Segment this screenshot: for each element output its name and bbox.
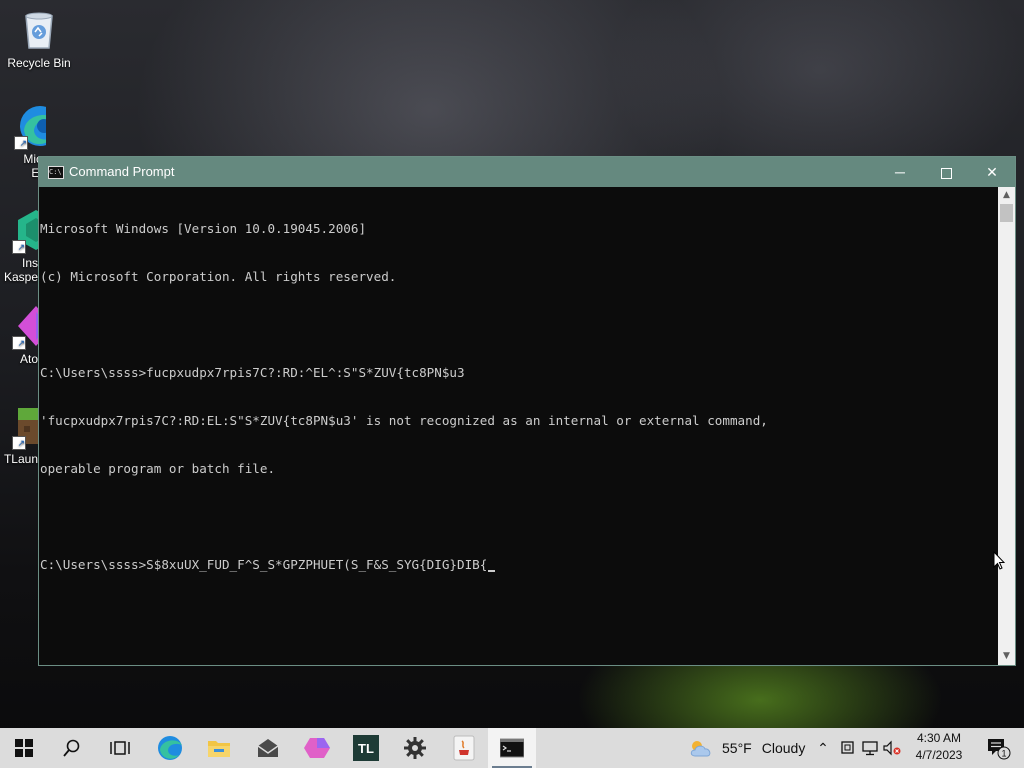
search-button[interactable] — [48, 728, 96, 768]
system-tray: ⌃ — [812, 728, 902, 768]
weather-temperature: 55°F — [722, 740, 752, 756]
notification-count: 1 — [1001, 749, 1006, 759]
close-button[interactable]: ✕ — [969, 157, 1015, 187]
taskbar-atom-button[interactable] — [293, 728, 341, 768]
desktop-icon-label: Recycle Bin — [7, 56, 71, 70]
shortcut-arrow-icon: ↗ — [12, 436, 26, 450]
console-line: operable program or batch file. — [40, 461, 276, 476]
taskbar-command-prompt-button[interactable] — [488, 728, 536, 768]
tlauncher-icon-text: TL — [358, 740, 374, 756]
taskbar: TL 55°F Cloudy ⌃ 4:30 AM 4/7/2023 1 — [0, 728, 1024, 768]
kaspersky-icon: ↗ — [12, 208, 38, 254]
command-prompt-icon — [500, 738, 524, 758]
task-view-button[interactable] — [96, 728, 144, 768]
console-line: C:\Users\ssss>fucpxudpx7rpis7C?:RD:^EL^:… — [40, 365, 465, 380]
weather-widget[interactable]: 55°F Cloudy — [688, 728, 805, 768]
window-titlebar[interactable]: C:\ Command Prompt ─ ✕ — [39, 157, 1015, 187]
console-current-input: C:\Users\ssss>S$8xuUX_FUD_F^S_S*GPZPHUET… — [40, 557, 488, 572]
clock-time: 4:30 AM — [916, 731, 962, 745]
network-icon[interactable] — [860, 740, 880, 756]
recycle-bin-icon — [17, 8, 61, 52]
desktop-icon-kaspersky[interactable]: ↗ Ins Kaspe — [0, 208, 38, 284]
meet-now-icon[interactable] — [838, 740, 858, 756]
desktop-icon-atom[interactable]: ↗ Ato — [0, 304, 38, 366]
desktop-icon-label: Ins Kaspe — [3, 256, 38, 284]
action-center-button[interactable]: 1 — [978, 728, 1018, 768]
taskbar-java-button[interactable] — [440, 728, 488, 768]
taskbar-tlauncher-button[interactable]: TL — [342, 728, 390, 768]
settings-gear-icon — [404, 737, 426, 759]
file-explorer-icon — [208, 741, 230, 757]
tlauncher-icon: TL — [353, 735, 379, 761]
close-icon: ✕ — [986, 164, 998, 180]
taskbar-file-explorer-button[interactable] — [195, 728, 243, 768]
mail-icon — [257, 739, 279, 757]
weather-condition: Cloudy — [761, 740, 806, 756]
clock-date: 4/7/2023 — [915, 748, 963, 762]
system-clock[interactable]: 4:30 AM 4/7/2023 — [906, 730, 972, 764]
edge-icon: ↗ — [14, 104, 46, 150]
minimize-button[interactable]: ─ — [877, 157, 923, 187]
atom-icon — [304, 738, 330, 758]
desktop-icon-tlauncher[interactable]: ↗ TLaun — [0, 404, 38, 466]
desktop-icon-recycle-bin[interactable]: Recycle Bin — [0, 8, 78, 70]
edge-icon — [158, 736, 182, 760]
atom-icon: ↗ — [12, 304, 38, 350]
minimize-icon: ─ — [895, 164, 905, 180]
command-prompt-icon: C:\ — [48, 166, 64, 179]
scroll-down-arrow-icon[interactable]: ▼ — [998, 648, 1015, 665]
command-prompt-window[interactable]: C:\ Command Prompt ─ ✕ Microsoft Windows… — [38, 156, 1016, 666]
show-hidden-icons-chevron-up-icon[interactable]: ⌃ — [812, 740, 834, 757]
volume-muted-icon[interactable] — [882, 740, 902, 756]
shortcut-arrow-icon: ↗ — [12, 336, 26, 350]
text-cursor — [488, 570, 496, 572]
console-output[interactable]: Microsoft Windows [Version 10.0.19045.20… — [39, 187, 998, 665]
java-icon — [453, 735, 475, 761]
shortcut-arrow-icon: ↗ — [14, 136, 28, 150]
taskbar-settings-button[interactable] — [391, 728, 439, 768]
desktop-icon-label: Ato — [19, 352, 38, 366]
window-title: Command Prompt — [69, 164, 175, 179]
scroll-up-arrow-icon[interactable]: ▲ — [998, 187, 1015, 204]
windows-start-icon — [15, 739, 33, 757]
mouse-pointer-icon — [993, 551, 1005, 570]
console-line: Microsoft Windows [Version 10.0.19045.20… — [40, 221, 367, 236]
maximize-button[interactable] — [923, 157, 969, 187]
console-line: (c) Microsoft Corporation. All rights re… — [40, 269, 397, 284]
taskbar-edge-button[interactable] — [146, 728, 194, 768]
console-input-line[interactable]: C:\Users\ssss>S$8xuUX_FUD_F^S_S*GPZPHUET… — [40, 557, 998, 573]
console-line: 'fucpxudpx7rpis7C?:RD:EL:S"S*ZUV{tc8PN$u… — [40, 413, 768, 428]
task-view-icon — [110, 741, 130, 755]
start-button[interactable] — [0, 728, 48, 768]
search-icon — [63, 739, 80, 757]
vertical-scrollbar[interactable]: ▲ ▼ — [998, 187, 1015, 665]
shortcut-arrow-icon: ↗ — [12, 240, 26, 254]
notification-icon: 1 — [988, 739, 1011, 760]
maximize-icon — [940, 167, 952, 179]
taskbar-mail-button[interactable] — [244, 728, 292, 768]
desktop-icon-label: TLaun — [3, 452, 38, 466]
tlauncher-icon: ↗ — [12, 404, 38, 450]
scrollbar-thumb[interactable] — [1000, 204, 1013, 222]
cloudy-weather-icon — [690, 741, 711, 757]
